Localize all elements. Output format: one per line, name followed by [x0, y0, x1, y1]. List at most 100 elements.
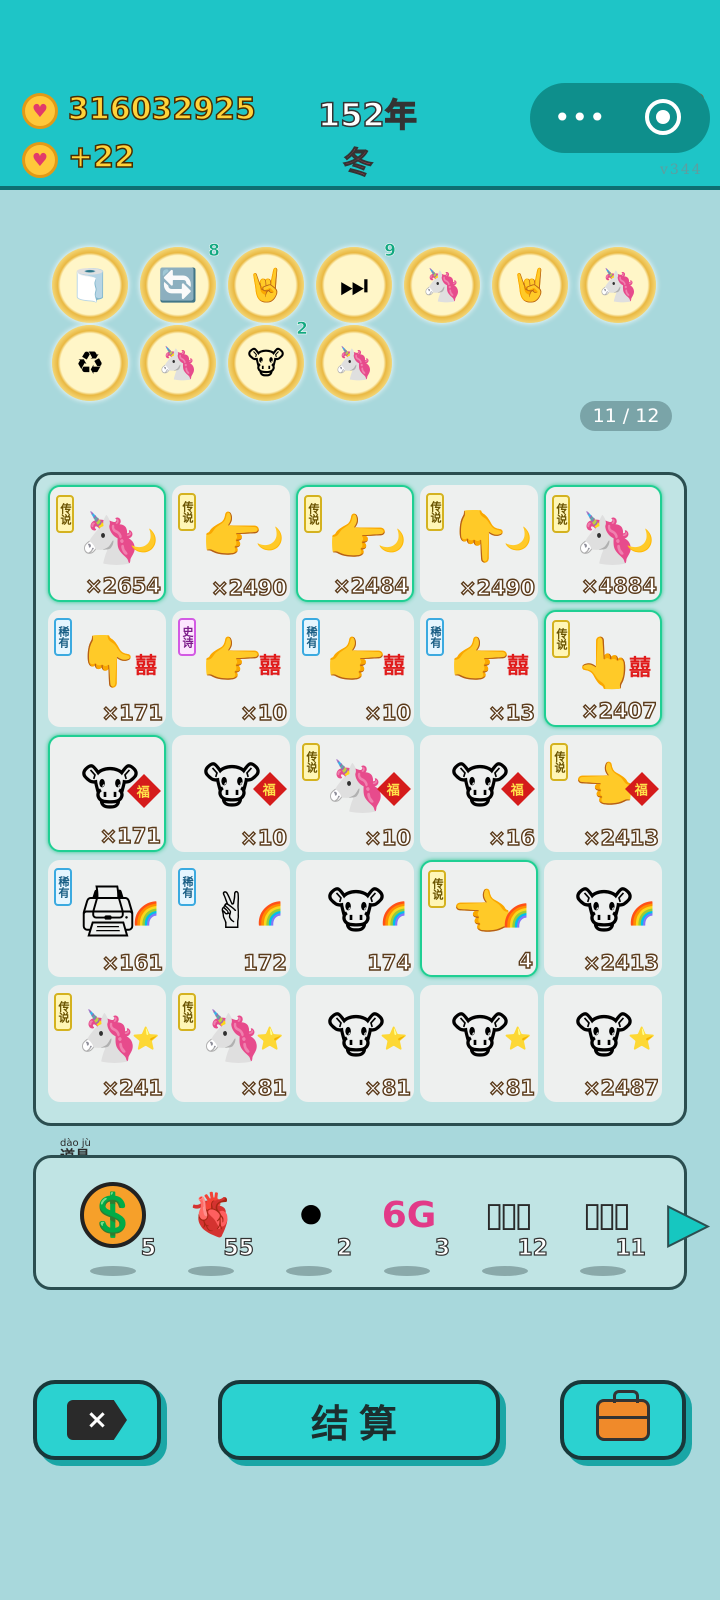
board-cell[interactable]: 稀有 👉 囍 ×13 — [420, 610, 538, 727]
board-cell[interactable]: 传说 👉 🌙 ×2490 — [172, 485, 290, 602]
6g-icon: 6G — [381, 1194, 437, 1236]
exit-button[interactable]: × — [33, 1380, 161, 1460]
rarity-tag: 稀有 — [302, 618, 320, 656]
rarity-tag: 史诗 — [178, 618, 196, 656]
heart-coin-icon: ♥ — [22, 93, 58, 129]
fu-icon: 福 — [127, 774, 161, 808]
item-quantity: ×2413 — [582, 950, 659, 975]
tool-6g[interactable]: 6G 3 — [362, 1168, 452, 1283]
recycle-icon: ♻ — [75, 344, 105, 382]
board-cell[interactable]: 🐮 福 ×16 — [420, 735, 538, 852]
board-cell[interactable]: 🐮 🌈 ×2413 — [544, 860, 662, 977]
tool-rare-slots[interactable]: ▯▯▯ 11 — [558, 1168, 648, 1283]
moon-icon: 🌙 — [504, 526, 532, 552]
badge-refresh[interactable]: 🔄 8 — [140, 241, 220, 323]
more-icon[interactable]: ••• — [554, 101, 607, 134]
badge-unicorn[interactable]: 🦄 — [404, 247, 480, 323]
tool-liver[interactable]: 🫀 55 — [166, 1168, 256, 1283]
board-cell[interactable]: 传说 🦄 🌙 ×2654 — [48, 485, 166, 602]
board-cell[interactable]: 🐮 ⭐ ×2487 — [544, 985, 662, 1102]
item-quantity: ×10 — [363, 825, 411, 850]
board-cell[interactable]: 🐮 🌈 174 — [296, 860, 414, 977]
xi-icon: 囍 — [134, 654, 157, 679]
badge-unicorn[interactable]: 🦄 — [580, 247, 656, 323]
xi-icon: 囍 — [258, 654, 281, 679]
black-hole-icon: ⚫ — [293, 1190, 329, 1240]
board-cell[interactable]: 🐮 ⭐ ×81 — [420, 985, 538, 1102]
board-cell[interactable]: 传说 👈 🌈 4 — [420, 860, 538, 977]
rarity-tag: 传说 — [302, 743, 320, 781]
briefcase-icon — [596, 1390, 650, 1441]
rarity-tag: 传说 — [304, 495, 322, 533]
board-cell[interactable]: 🐮 福 ×10 — [172, 735, 290, 852]
tool-count: 3 — [434, 1235, 451, 1261]
board-cell[interactable]: 传说 👈 福 ×2413 — [544, 735, 662, 852]
badge-rock-hand[interactable]: 🤘 — [492, 247, 568, 323]
rarity-tag: 稀有 — [178, 868, 196, 906]
item-quantity: 172 — [242, 950, 287, 975]
xi-icon: 囍 — [628, 656, 651, 681]
star-icon: ⭐ — [380, 1026, 408, 1052]
badge-count: 2 — [296, 319, 308, 340]
board-cell[interactable]: 传说 🦄 🌙 ×4884 — [544, 485, 662, 602]
rarity-tag: 稀有 — [54, 868, 72, 906]
item-quantity: ×2413 — [582, 825, 659, 850]
bag-button[interactable] — [560, 1380, 686, 1460]
badge-tissue-box[interactable]: 🧻 — [52, 247, 128, 323]
badge-rock-hand[interactable]: 🤘 — [228, 247, 304, 323]
badge-twin-cow[interactable]: 🐮 2 — [228, 319, 308, 401]
tool-coin-dollar[interactable]: 💲 5 — [68, 1168, 158, 1283]
item-quantity: ×241 — [101, 1075, 164, 1100]
item-quantity: ×2654 — [84, 573, 161, 598]
fu-char: 福 — [263, 783, 277, 799]
rarity-tag: 传说 — [178, 993, 196, 1031]
board-cell[interactable]: 稀有 👇 囍 ×171 — [48, 610, 166, 727]
rarity-tag: 稀有 — [426, 618, 444, 656]
board-cell[interactable]: 🐮 福 ×171 — [48, 735, 166, 852]
mini-program-capsule[interactable]: ••• — [530, 83, 710, 153]
badge-unicorn[interactable]: 🦄 — [140, 325, 216, 401]
tool-black-hole[interactable]: ⚫ 2 — [264, 1168, 354, 1283]
item-quantity: ×171 — [99, 823, 162, 848]
badge-skip[interactable]: ⏭ 9 — [316, 241, 396, 323]
next-arrow-icon[interactable]: ▶ — [667, 1190, 709, 1256]
badge-count: 8 — [208, 241, 220, 262]
board-cell[interactable]: 史诗 👉 囍 ×10 — [172, 610, 290, 727]
item-quantity: ×13 — [487, 700, 535, 725]
star-icon: ⭐ — [504, 1026, 532, 1052]
board-cell[interactable]: 传说 👇 🌙 ×2490 — [420, 485, 538, 602]
rarity-tag: 稀有 — [54, 618, 72, 656]
badge-recycle[interactable]: ♻ — [52, 325, 128, 401]
xi-icon: 囍 — [506, 654, 529, 679]
item-quantity: ×161 — [101, 950, 164, 975]
tool-count: 12 — [517, 1235, 549, 1261]
star-icon: ⭐ — [132, 1026, 160, 1052]
item-quantity: 174 — [366, 950, 411, 975]
board-cell[interactable]: 传说 👆 囍 ×2407 — [544, 610, 662, 727]
tool-card-slots[interactable]: ▯▯▯ 12 — [460, 1168, 550, 1283]
fu-icon: 福 — [253, 772, 287, 806]
board-cell[interactable]: 传说 🦄 ⭐ ×241 — [48, 985, 166, 1102]
moon-icon: 🌙 — [626, 528, 654, 554]
board-cell[interactable]: 稀有 👉 囍 ×10 — [296, 610, 414, 727]
badge-unicorn[interactable]: 🦄 — [316, 325, 392, 401]
item-quantity: ×2487 — [582, 1075, 659, 1100]
item-quantity: ×2490 — [210, 575, 287, 600]
board-cell[interactable]: 传说 🦄 福 ×10 — [296, 735, 414, 852]
rock-hand-icon: 🤘 — [246, 266, 286, 304]
tool-count: 5 — [140, 1235, 157, 1261]
board-cell[interactable]: 🐮 ⭐ ×81 — [296, 985, 414, 1102]
board-cell[interactable]: 稀有 ✌ 🌈 172 — [172, 860, 290, 977]
board-cell[interactable]: 稀有 🖨 🌈 ×161 — [48, 860, 166, 977]
board-cell[interactable]: 传说 🦄 ⭐ ×81 — [172, 985, 290, 1102]
season-label: 冬 — [343, 146, 374, 182]
settle-button[interactable]: 结算 — [218, 1380, 500, 1460]
tool-shadow — [90, 1266, 136, 1276]
fu-char: 福 — [137, 785, 151, 801]
tool-shadow — [580, 1266, 626, 1276]
close-target-icon[interactable] — [645, 99, 681, 135]
coin-total: 316032925 — [67, 91, 256, 128]
board-cell[interactable]: 传说 👉 🌙 ×2484 — [296, 485, 414, 602]
rarity-tag: 传说 — [550, 743, 568, 781]
rarity-tag: 传说 — [54, 993, 72, 1031]
